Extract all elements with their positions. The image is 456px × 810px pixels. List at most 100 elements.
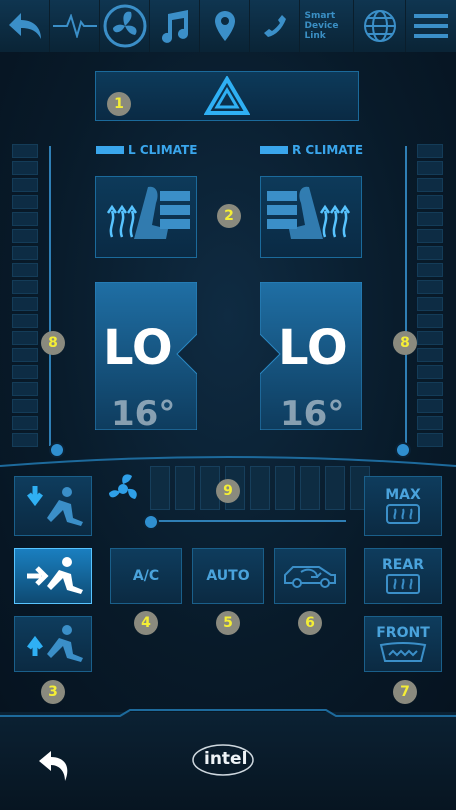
fan-slider-track (150, 520, 346, 522)
fan-icon (103, 4, 146, 48)
temp-level-segment (12, 280, 38, 294)
left-climate-label: L CLIMATE (96, 143, 197, 157)
left-temp-slider[interactable] (12, 144, 52, 454)
right-temp-value: LO (278, 320, 348, 376)
ac-button[interactable]: A/C (110, 548, 182, 604)
music-button[interactable] (150, 0, 200, 52)
navigation-button[interactable] (200, 0, 250, 52)
front-defrost-button[interactable]: FRONT (364, 616, 442, 672)
fan-level-segment (150, 466, 170, 510)
hazard-button[interactable] (95, 71, 359, 121)
max-defrost-button[interactable]: MAX (364, 476, 442, 536)
left-climate-text: L CLIMATE (128, 143, 198, 157)
max-label: MAX (385, 487, 421, 503)
temp-level-segment (12, 382, 38, 396)
temp-level-segment (12, 178, 38, 192)
left-temperature-display[interactable]: LO 16° (95, 282, 197, 430)
rear-defrost-button[interactable]: REAR (364, 548, 442, 604)
temp-level-segment (12, 246, 38, 260)
car-recirculation-icon (284, 566, 336, 588)
back-arrow-icon (8, 13, 41, 39)
airflow-floor-button[interactable] (14, 616, 92, 672)
left-slider-track (49, 146, 51, 446)
temp-level-segment (417, 399, 443, 413)
phone-button[interactable] (250, 0, 300, 52)
temp-level-segment (12, 348, 38, 362)
right-climate-text: R CLIMATE (292, 143, 364, 157)
bottom-back-button[interactable] (30, 740, 80, 790)
hamburger-menu-icon (414, 14, 448, 38)
temp-level-segment (417, 263, 443, 277)
temp-level-segment (417, 433, 443, 447)
airflow-body-button[interactable] (14, 548, 92, 604)
callout-badge-8-right: 8 (393, 331, 417, 355)
temp-level-segment (417, 314, 443, 328)
map-pin-icon (214, 11, 235, 41)
callout-badge-8-left: 8 (41, 331, 65, 355)
smart-device-link-button[interactable]: Smart Device Link (300, 0, 354, 52)
right-temperature-display[interactable]: LO 16° (260, 282, 362, 430)
front-defrost-icon (379, 642, 427, 662)
right-seat-heat-button[interactable] (260, 176, 362, 258)
temp-level-segment (417, 348, 443, 362)
left-climate-indicator (96, 146, 124, 154)
temp-level-segment (12, 161, 38, 175)
menu-button[interactable] (406, 0, 456, 52)
rear-defrost-icon (386, 574, 420, 594)
temp-level-segment (12, 229, 38, 243)
phone-icon (263, 15, 286, 37)
airflow-face-icon (27, 486, 83, 526)
temp-level-segment (417, 416, 443, 430)
callout-badge-4: 4 (134, 611, 158, 635)
fan-level-segment (300, 466, 320, 510)
top-nav-bar: Smart Device Link (0, 0, 456, 53)
recirculation-button[interactable] (274, 548, 346, 604)
callout-badge-3: 3 (41, 680, 65, 704)
temp-level-segment (417, 212, 443, 226)
right-temp-slider[interactable] (415, 144, 455, 454)
intel-logo-text: intel (204, 749, 248, 769)
return-arrow-icon (39, 751, 68, 781)
rear-label: REAR (382, 557, 424, 573)
ac-label: A/C (132, 568, 160, 584)
airflow-body-icon (27, 557, 83, 594)
auto-button[interactable]: AUTO (192, 548, 264, 604)
fan-level-segment (325, 466, 345, 510)
pulse-icon (52, 14, 97, 38)
climate-fan-button[interactable] (100, 0, 150, 52)
fan-level-segment (250, 466, 270, 510)
hazard-triangle-icon (204, 76, 250, 115)
right-slider-track (405, 146, 407, 446)
fan-level-segment (275, 466, 295, 510)
temp-level-segment (12, 144, 38, 158)
fan-speed-icon (109, 474, 137, 499)
globe-icon (363, 10, 396, 42)
right-climate-indicator (260, 146, 288, 154)
temp-level-segment (12, 212, 38, 226)
music-note-icon (161, 10, 188, 43)
pulse-button[interactable] (50, 0, 100, 52)
temp-level-segment (417, 331, 443, 345)
globe-button[interactable] (354, 0, 406, 52)
max-defrost-icon (386, 504, 420, 524)
temp-level-segment (417, 195, 443, 209)
callout-badge-5: 5 (216, 611, 240, 635)
temp-level-segment (12, 433, 38, 447)
callout-badge-2: 2 (217, 204, 241, 228)
right-temp-degrees: 16° (280, 394, 345, 430)
temp-level-segment (12, 195, 38, 209)
airflow-face-button[interactable] (14, 476, 92, 536)
left-seat-heat-button[interactable] (95, 176, 197, 258)
back-button[interactable] (0, 0, 50, 52)
temp-level-segment (417, 144, 443, 158)
left-temp-degrees: 16° (111, 394, 176, 430)
temp-level-segment (12, 416, 38, 430)
temp-level-segment (417, 280, 443, 294)
temp-level-segment (417, 382, 443, 396)
left-temp-value: LO (103, 320, 173, 376)
fan-slider-handle[interactable] (143, 514, 159, 530)
temp-level-segment (417, 246, 443, 260)
temp-level-segment (417, 365, 443, 379)
bottom-bar-edge (0, 709, 456, 717)
auto-label: AUTO (206, 568, 250, 584)
